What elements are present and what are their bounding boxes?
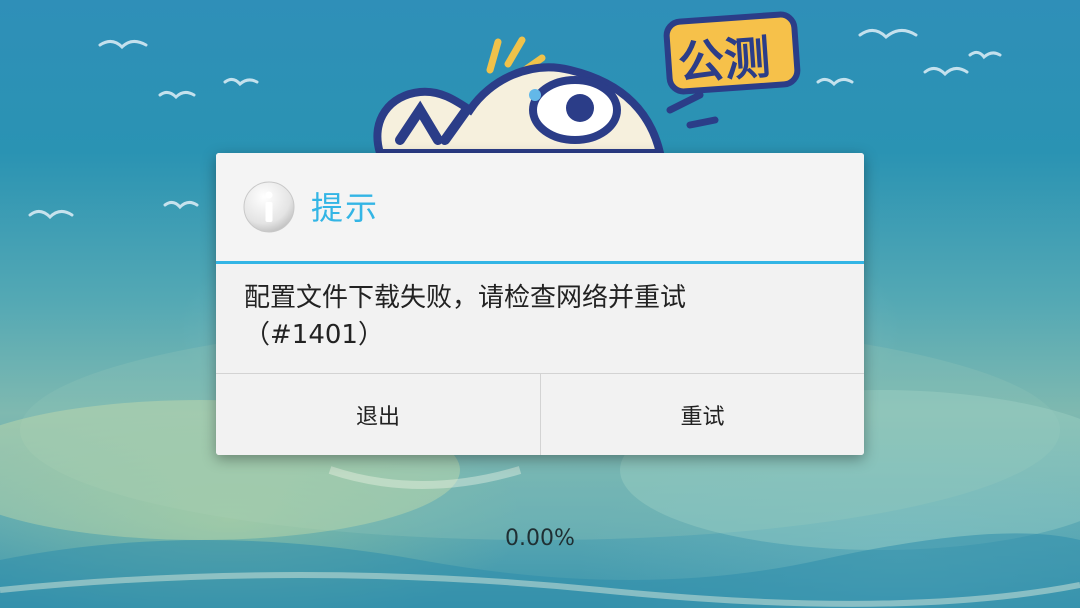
dialog-header: 提示 [216,153,864,261]
retry-button[interactable]: 重试 [541,374,864,455]
dialog-title: 提示 [311,189,380,227]
logo-badge-text: 公测 [676,29,772,91]
dialog-message: 配置文件下载失败，请检查网络并重试 （#1401） [244,283,687,350]
exit-button[interactable]: 退出 [216,374,540,455]
title-divider [216,261,864,264]
game-loading-screen: 公测 提示 配置文件下载失败，请检查网络并重试 （#1401） 退出 重试 0.… [0,0,1080,608]
loading-progress-text: 0.00% [505,526,575,551]
alert-dialog: 提示 配置文件下载失败，请检查网络并重试 （#1401） 退出 重试 [216,153,864,455]
info-icon [243,181,295,233]
